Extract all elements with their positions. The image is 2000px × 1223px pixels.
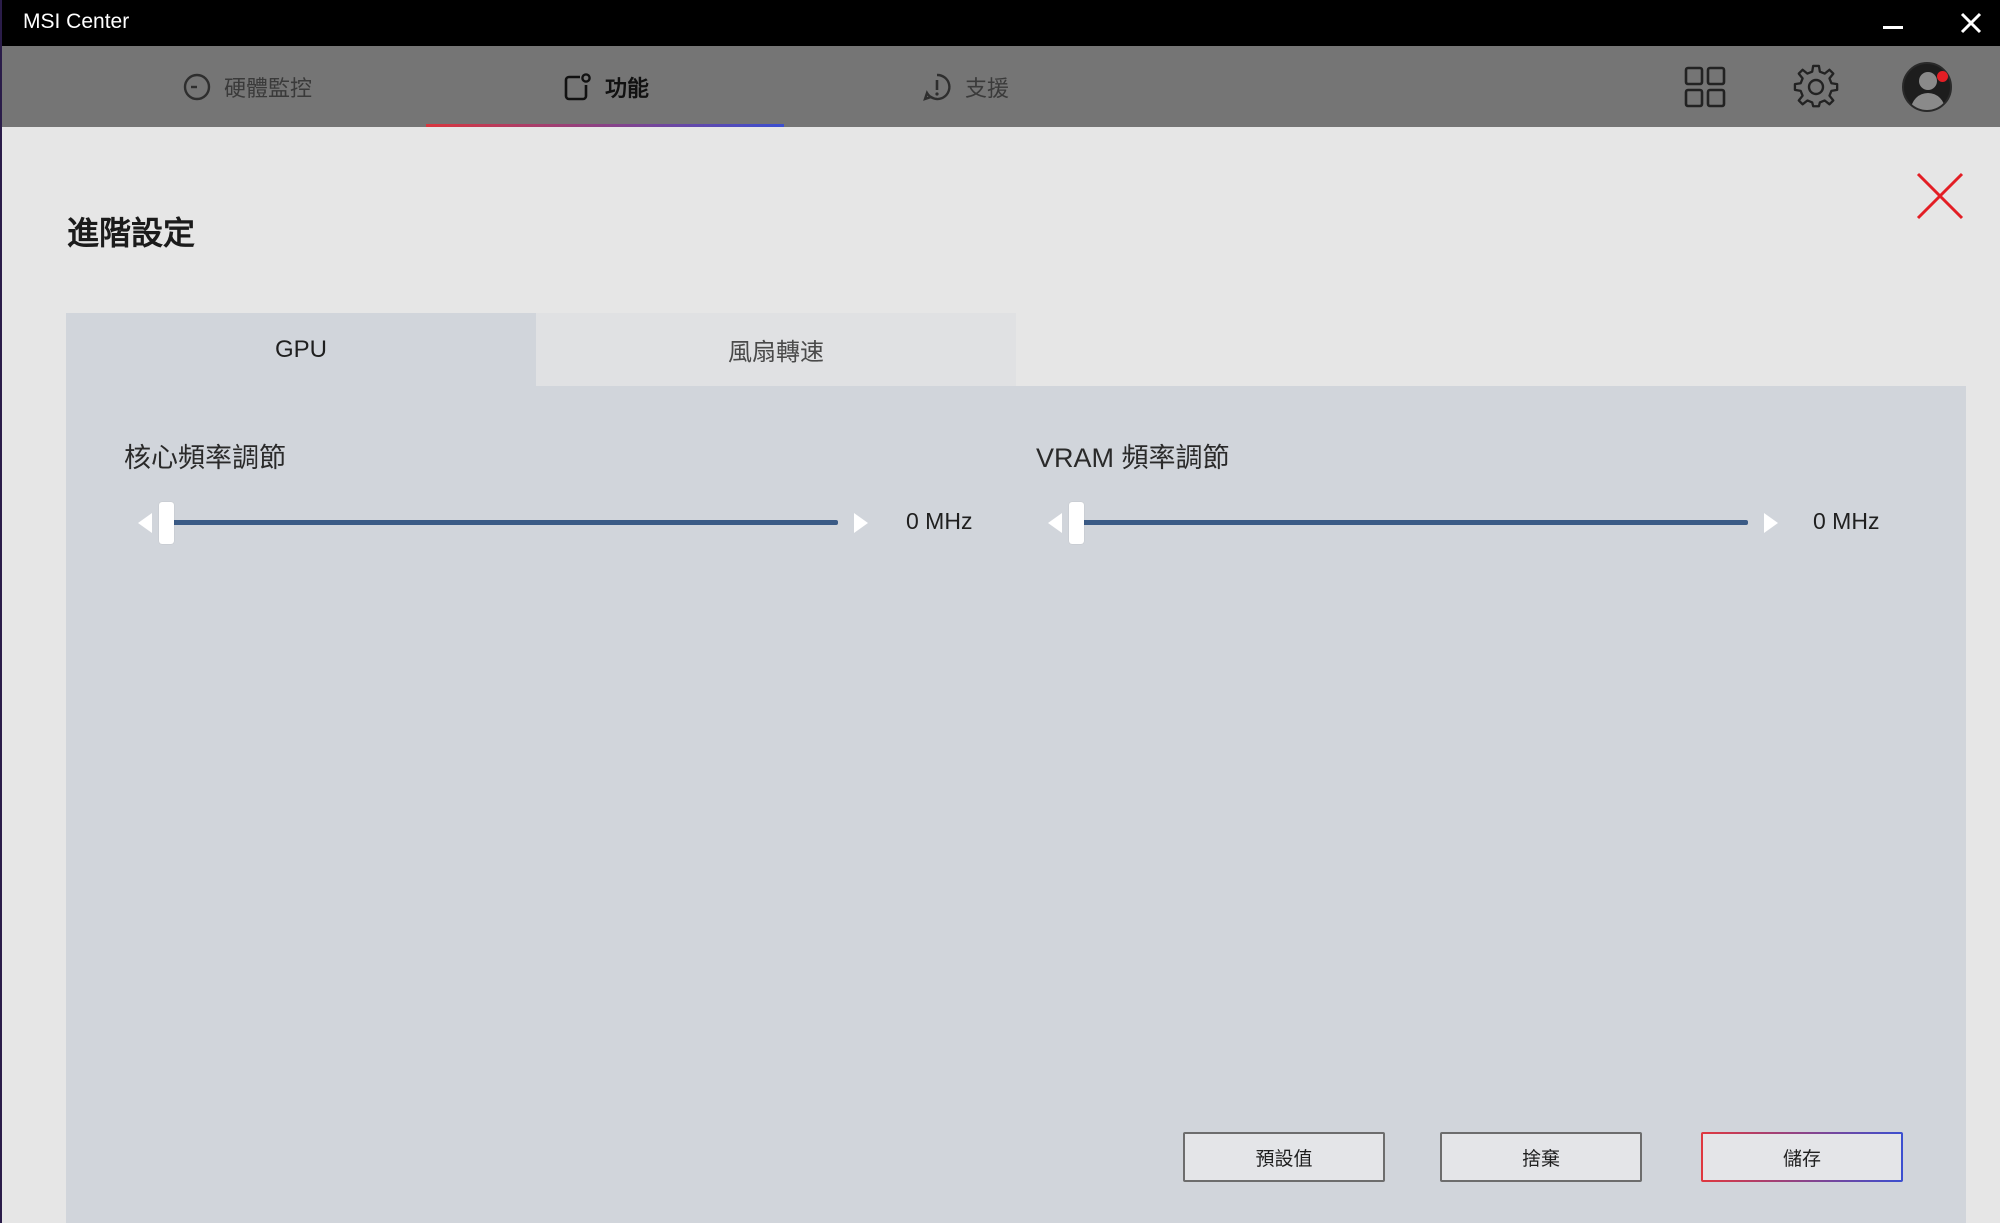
title-bar: MSI Center <box>2 0 2000 46</box>
save-button[interactable]: 儲存 <box>1701 1132 1903 1182</box>
tab-gpu[interactable]: GPU <box>66 313 536 386</box>
increase-arrow-icon[interactable] <box>854 513 868 533</box>
minimize-button[interactable] <box>1858 0 1928 46</box>
core-clock-value: 0 MHz <box>906 508 973 534</box>
minimize-icon <box>1883 25 1903 29</box>
decrease-arrow-icon[interactable] <box>1048 513 1062 533</box>
settings-tabs: GPU 風扇轉速 <box>66 313 1016 386</box>
page-title: 進階設定 <box>67 215 196 251</box>
increase-arrow-icon[interactable] <box>1764 513 1778 533</box>
msi-center-window: MSI Center 硬體監控 功能 支援 進階設定 GPU 風扇轉速 核心頻率… <box>2 0 2000 1223</box>
window-close-button[interactable] <box>1936 0 2000 46</box>
slider-track-fill <box>166 520 838 525</box>
close-icon <box>1916 172 1964 220</box>
avatar-icon <box>1902 61 1952 112</box>
app-title: MSI Center <box>23 10 130 33</box>
tab-fan-speed[interactable]: 風扇轉速 <box>536 313 1016 386</box>
slider-track[interactable] <box>1074 520 1748 525</box>
vram-clock-value: 0 MHz <box>1813 508 1880 534</box>
default-button[interactable]: 預設值 <box>1183 1132 1385 1182</box>
notification-badge <box>1937 71 1948 82</box>
slider-track-fill <box>1076 520 1748 525</box>
core-clock-label: 核心頻率調節 <box>124 443 286 473</box>
main-nav-bar: 硬體監控 功能 支援 <box>2 46 2000 127</box>
nav-tab-hardware-monitor[interactable]: 硬體監控 <box>172 46 322 127</box>
support-icon <box>923 73 951 101</box>
gauge-icon <box>183 73 211 100</box>
function-icon <box>564 72 591 100</box>
decrease-arrow-icon[interactable] <box>138 513 152 533</box>
apps-grid-icon <box>1684 66 1726 107</box>
discard-button[interactable]: 捨棄 <box>1440 1132 1642 1182</box>
apps-grid-button[interactable] <box>1670 46 1740 127</box>
close-settings-button[interactable] <box>1914 170 1966 222</box>
vram-clock-slider <box>1048 502 1788 544</box>
gear-icon <box>1793 64 1839 107</box>
active-tab-underline <box>426 124 784 127</box>
user-avatar-button[interactable] <box>1892 46 1962 127</box>
nav-tab-label: 功能 <box>604 75 649 101</box>
slider-track[interactable] <box>164 520 838 525</box>
vram-clock-label: VRAM 頻率調節 <box>1036 443 1230 473</box>
nav-tab-support[interactable]: 支援 <box>912 46 1018 127</box>
core-clock-slider <box>138 502 878 544</box>
slider-thumb[interactable] <box>159 502 174 544</box>
nav-tab-function[interactable]: 功能 <box>426 46 784 127</box>
slider-thumb[interactable] <box>1069 502 1084 544</box>
gpu-settings-panel: 核心頻率調節 0 MHz VRAM 頻率調節 0 MHz 預設值 捨棄 儲存 <box>66 386 1966 1223</box>
settings-button[interactable] <box>1781 46 1851 127</box>
close-icon <box>1960 12 1982 34</box>
nav-tab-label: 硬體監控 <box>223 75 312 101</box>
nav-tab-label: 支援 <box>964 75 1009 101</box>
